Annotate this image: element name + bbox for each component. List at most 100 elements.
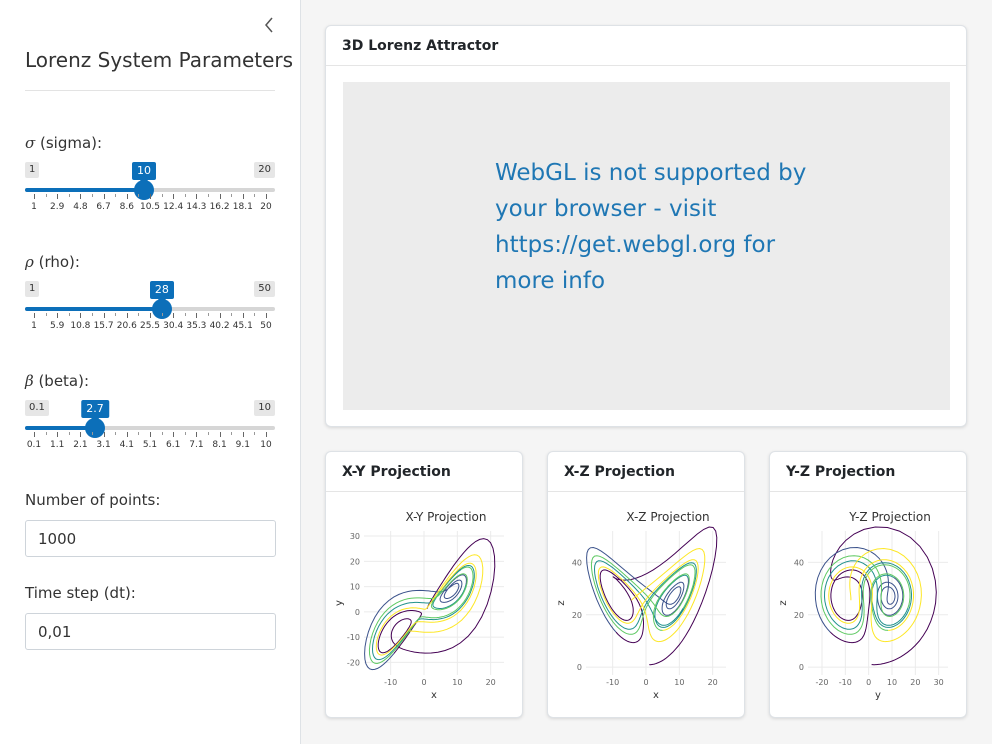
slider-tick-mark	[254, 194, 256, 197]
y-axis-label: y	[334, 600, 345, 606]
slider-tick-mark	[161, 313, 163, 316]
slider-tick-mark	[196, 432, 198, 437]
slider-tick-mark	[68, 313, 70, 316]
slider-tick-label: 10.8	[70, 321, 91, 331]
slider-tick-mark	[219, 194, 221, 199]
slider-max-badge: 10	[254, 400, 275, 416]
y-tick-label: 20	[794, 611, 804, 620]
slider-tick-mark	[80, 194, 82, 199]
slider-tick-label: 5.1	[142, 440, 158, 450]
collapse-sidebar-icon[interactable]	[260, 14, 278, 36]
attractor-card: 3D Lorenz Attractor WebGL is not support…	[325, 25, 967, 427]
slider-tick-label: 8.6	[119, 202, 134, 212]
sigma-slider[interactable]: σ (sigma): 1 20 10 1 2.9 4.8 6.7 8.6 10.5 12.4…	[25, 134, 275, 234]
slider-tick-label: 20.6	[116, 321, 137, 331]
slider-tick-mark	[266, 432, 267, 437]
y-tick-label: 40	[794, 558, 804, 567]
x-tick-label: 20	[910, 678, 920, 687]
rho-label: ρ (rho):	[25, 253, 80, 271]
slider-tick-mark	[208, 194, 209, 197]
slider-tick-mark	[150, 432, 151, 437]
slider-ticks: 0.1 1.1 2.1 3.1 4.1 5.1 6.1 7.1 8.1 9.1 10	[25, 432, 275, 456]
x-tick-label: -10	[384, 678, 397, 687]
slider-tick-mark	[219, 313, 221, 318]
x-tick-label: -10	[839, 678, 852, 687]
y-tick-label: 20	[350, 557, 360, 566]
slider-value-badge: 10	[131, 162, 156, 184]
slider-fill	[25, 307, 162, 311]
slider-tick-mark	[115, 194, 117, 197]
slider-ticks: 1 2.9 4.8 6.7 8.6 10.5 12.4 14.3 16.2 18.1 20	[25, 194, 275, 218]
y-axis-label: z	[556, 600, 567, 605]
beta-label: β (beta):	[25, 372, 90, 390]
slider-tick-label: 50	[260, 321, 272, 331]
slider-tick-mark	[115, 313, 117, 316]
slider-tick-mark	[92, 194, 93, 197]
x-tick-label: 20	[708, 678, 718, 687]
xz-projection-plot[interactable]: X-Z Projection-10 0 10 2040200xz	[548, 493, 745, 718]
slider-value-badge: 2.7	[81, 400, 109, 422]
slider-min-badge: 0.1	[25, 400, 49, 416]
slider-tick-label: 4.8	[73, 202, 88, 212]
webgl-canvas[interactable]: WebGL is not supported by your browser -…	[343, 82, 950, 410]
xy-card-title: X-Y Projection	[326, 452, 522, 492]
slider-track[interactable]	[25, 307, 275, 311]
slider-tick-mark	[34, 432, 35, 437]
slider-tick-mark	[196, 194, 198, 199]
plot-title: X-Y Projection	[405, 510, 486, 524]
slider-tick-mark	[57, 194, 59, 199]
y-tick-label: -20	[347, 658, 360, 667]
rho-slider[interactable]: ρ (rho): 1 50 28 1 5.9 10.8 15.7 20.6 25.5 30.…	[25, 253, 275, 353]
slider-ticks: 1 5.9 10.8 15.7 20.6 25.5 30.4 35.3 40.2 45.1 50	[25, 313, 275, 337]
slider-tick-mark	[242, 194, 244, 199]
slider-tick-label: 7.1	[189, 440, 204, 450]
slider-track[interactable]	[25, 426, 275, 430]
slider-fill	[25, 188, 144, 192]
slider-tick-label: 25.5	[139, 321, 161, 331]
slider-tick-mark	[138, 432, 140, 435]
slider-tick-label: 1	[31, 321, 37, 331]
slider-tick-label: 8.1	[212, 440, 227, 450]
slider-tick-mark	[254, 432, 256, 435]
slider-tick-mark	[45, 432, 47, 435]
slider-tick-mark	[184, 194, 186, 197]
sidebar-title: Lorenz System Parameters	[25, 48, 294, 72]
slider-max-badge: 50	[254, 281, 275, 297]
slider-tick-mark	[126, 194, 128, 199]
slider-tick-mark	[231, 432, 233, 435]
slider-tick-mark	[266, 313, 267, 318]
slider-tick-mark	[57, 432, 59, 437]
slider-min-badge: 1	[25, 281, 40, 297]
slider-tick-label: 20	[260, 202, 272, 212]
slider-tick-mark	[173, 194, 175, 199]
slider-tick-mark	[34, 194, 35, 199]
y-tick-label: 0	[799, 663, 804, 672]
x-tick-label: 30	[934, 678, 944, 687]
y-tick-label: 0	[577, 663, 582, 672]
slider-tick-label: 40.2	[209, 321, 230, 331]
slider-tick-mark	[242, 313, 244, 318]
points-label: Number of points:	[25, 491, 161, 509]
beta-slider[interactable]: β (beta): 0.1 10 2.7 0.1 1.1 2.1 3.1 4.1 5.1 6…	[25, 372, 275, 472]
slider-tick-label: 10.5	[139, 202, 161, 212]
xy-projection-plot[interactable]: X-Y Projection -10 0 10 20 30 20 10 0 -10 -20 x y	[326, 493, 523, 718]
yz-projection-plot[interactable]: Y-Z Projection-20 -10 0 10 20 3040200yz	[770, 493, 967, 718]
slider-tick-mark	[68, 194, 70, 197]
slider-tick-mark	[161, 194, 163, 197]
dt-input[interactable]	[25, 613, 276, 650]
trajectory-line	[593, 560, 697, 630]
xz-projection-card: X-Z Projection X-Z Projection -10 0 10 20 40 2…	[547, 451, 745, 718]
plot-title: Y-Z Projection	[848, 510, 931, 524]
slider-tick-label: 3.1	[96, 440, 111, 450]
slider-tick-mark	[126, 432, 128, 437]
attractor-card-title: 3D Lorenz Attractor	[326, 26, 966, 66]
slider-tick-mark	[161, 432, 163, 435]
slider-tick-mark	[173, 432, 175, 437]
divider	[25, 90, 275, 91]
slider-tick-mark	[57, 313, 59, 318]
slider-value-badge: 28	[149, 281, 174, 303]
slider-tick-mark	[150, 194, 151, 199]
points-input[interactable]	[25, 520, 276, 557]
yz-projection-card: Y-Z Projection Y-Z Projection -20 -10 0 10 20…	[769, 451, 967, 718]
x-tick-label: 0	[866, 678, 871, 687]
